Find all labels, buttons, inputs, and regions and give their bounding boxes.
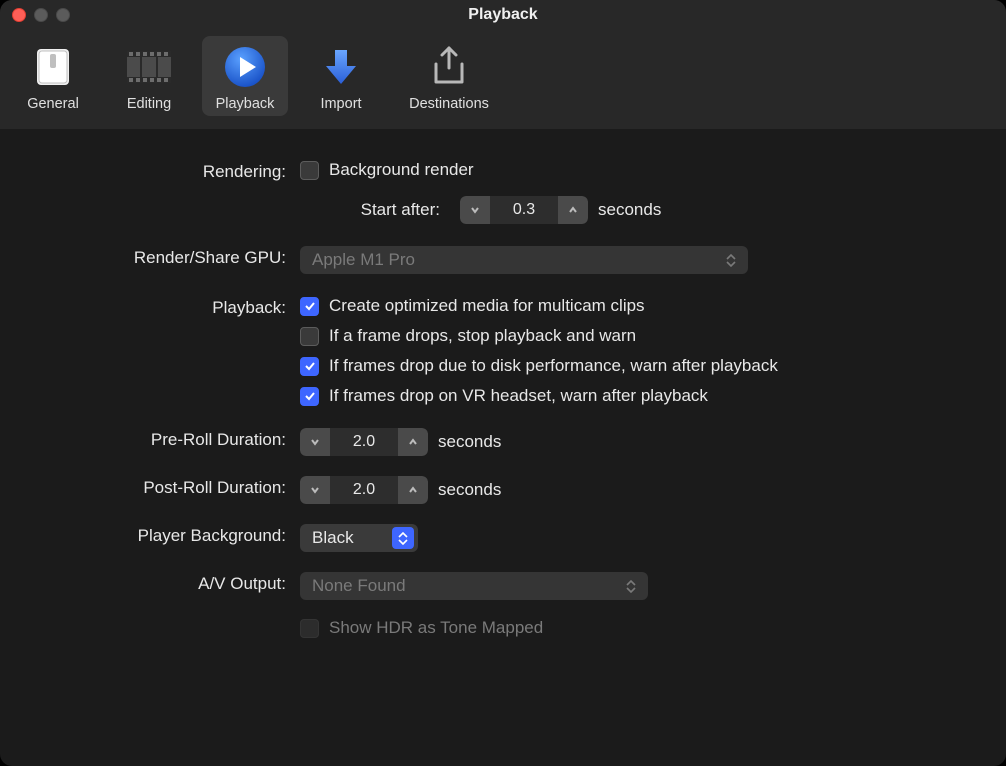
render-gpu-label: Render/Share GPU: xyxy=(20,246,300,268)
row-preroll: Pre-Roll Duration: 2.0 seconds xyxy=(20,428,986,456)
tab-label: Import xyxy=(320,96,361,112)
chevron-up-down-icon xyxy=(722,250,740,270)
av-output-label: A/V Output: xyxy=(20,572,300,594)
minimize-window-button[interactable] xyxy=(34,8,48,22)
vr-warn-label: If frames drop on VR headset, warn after… xyxy=(329,386,708,406)
preferences-content: Rendering: Background render Start after… xyxy=(0,130,1006,766)
preferences-toolbar: General Editing xyxy=(0,30,1006,130)
optimized-media-label: Create optimized media for multicam clip… xyxy=(329,296,645,316)
tab-label: Editing xyxy=(127,96,171,112)
download-arrow-icon xyxy=(316,42,366,92)
row-rendering: Rendering: Background render Start after… xyxy=(20,160,986,224)
titlebar: Playback xyxy=(0,0,1006,30)
postroll-value[interactable]: 2.0 xyxy=(330,476,398,504)
preroll-stepper[interactable]: 2.0 xyxy=(300,428,428,456)
render-gpu-value: Apple M1 Pro xyxy=(312,250,722,270)
filmstrip-icon xyxy=(124,42,174,92)
start-after-unit: seconds xyxy=(598,200,661,220)
tab-label: Playback xyxy=(216,96,275,112)
background-render-checkbox[interactable] xyxy=(300,161,319,180)
postroll-stepper[interactable]: 2.0 xyxy=(300,476,428,504)
av-output-select[interactable]: None Found xyxy=(300,572,648,600)
render-gpu-select[interactable]: Apple M1 Pro xyxy=(300,246,748,274)
preferences-window: Playback General xyxy=(0,0,1006,766)
tab-general[interactable]: General xyxy=(10,36,96,116)
tab-editing[interactable]: Editing xyxy=(106,36,192,116)
start-after-value[interactable]: 0.3 xyxy=(490,196,558,224)
preroll-value[interactable]: 2.0 xyxy=(330,428,398,456)
row-av-output: A/V Output: None Found Show HDR as Tone … xyxy=(20,572,986,638)
zoom-window-button[interactable] xyxy=(56,8,70,22)
hdr-tonemapped-label: Show HDR as Tone Mapped xyxy=(329,618,543,638)
row-postroll: Post-Roll Duration: 2.0 seconds xyxy=(20,476,986,504)
rendering-label: Rendering: xyxy=(20,160,300,182)
vr-warn-checkbox[interactable] xyxy=(300,387,319,406)
player-background-label: Player Background: xyxy=(20,524,300,546)
tab-playback[interactable]: Playback xyxy=(202,36,288,116)
stepper-decrement[interactable] xyxy=(300,428,330,456)
playback-label: Playback: xyxy=(20,296,300,318)
stepper-decrement[interactable] xyxy=(300,476,330,504)
start-after-label: Start after: xyxy=(328,200,450,220)
preroll-label: Pre-Roll Duration: xyxy=(20,428,300,450)
stepper-increment[interactable] xyxy=(558,196,588,224)
row-player-background: Player Background: Black xyxy=(20,524,986,552)
disk-warn-label: If frames drop due to disk performance, … xyxy=(329,356,778,376)
player-background-value: Black xyxy=(312,528,392,548)
switch-icon xyxy=(28,42,78,92)
window-title: Playback xyxy=(468,6,537,24)
postroll-label: Post-Roll Duration: xyxy=(20,476,300,498)
traffic-lights xyxy=(12,8,70,22)
player-background-select[interactable]: Black xyxy=(300,524,418,552)
start-after-stepper[interactable]: 0.3 xyxy=(460,196,588,224)
play-circle-icon xyxy=(220,42,270,92)
share-icon xyxy=(424,42,474,92)
optimized-media-checkbox[interactable] xyxy=(300,297,319,316)
frame-drop-stop-label: If a frame drops, stop playback and warn xyxy=(329,326,636,346)
stepper-increment[interactable] xyxy=(398,476,428,504)
row-render-gpu: Render/Share GPU: Apple M1 Pro xyxy=(20,246,986,274)
av-output-value: None Found xyxy=(312,576,622,596)
hdr-tonemapped-checkbox xyxy=(300,619,319,638)
disk-warn-checkbox[interactable] xyxy=(300,357,319,376)
stepper-decrement[interactable] xyxy=(460,196,490,224)
frame-drop-stop-checkbox[interactable] xyxy=(300,327,319,346)
tab-label: Destinations xyxy=(409,96,489,112)
postroll-unit: seconds xyxy=(438,480,501,500)
preroll-unit: seconds xyxy=(438,432,501,452)
chevron-up-down-icon xyxy=(392,527,414,549)
background-render-label: Background render xyxy=(329,160,474,180)
stepper-increment[interactable] xyxy=(398,428,428,456)
row-playback: Playback: Create optimized media for mul… xyxy=(20,296,986,406)
tab-import[interactable]: Import xyxy=(298,36,384,116)
chevron-up-down-icon xyxy=(622,576,640,596)
tab-destinations[interactable]: Destinations xyxy=(394,36,504,116)
tab-label: General xyxy=(27,96,79,112)
close-window-button[interactable] xyxy=(12,8,26,22)
